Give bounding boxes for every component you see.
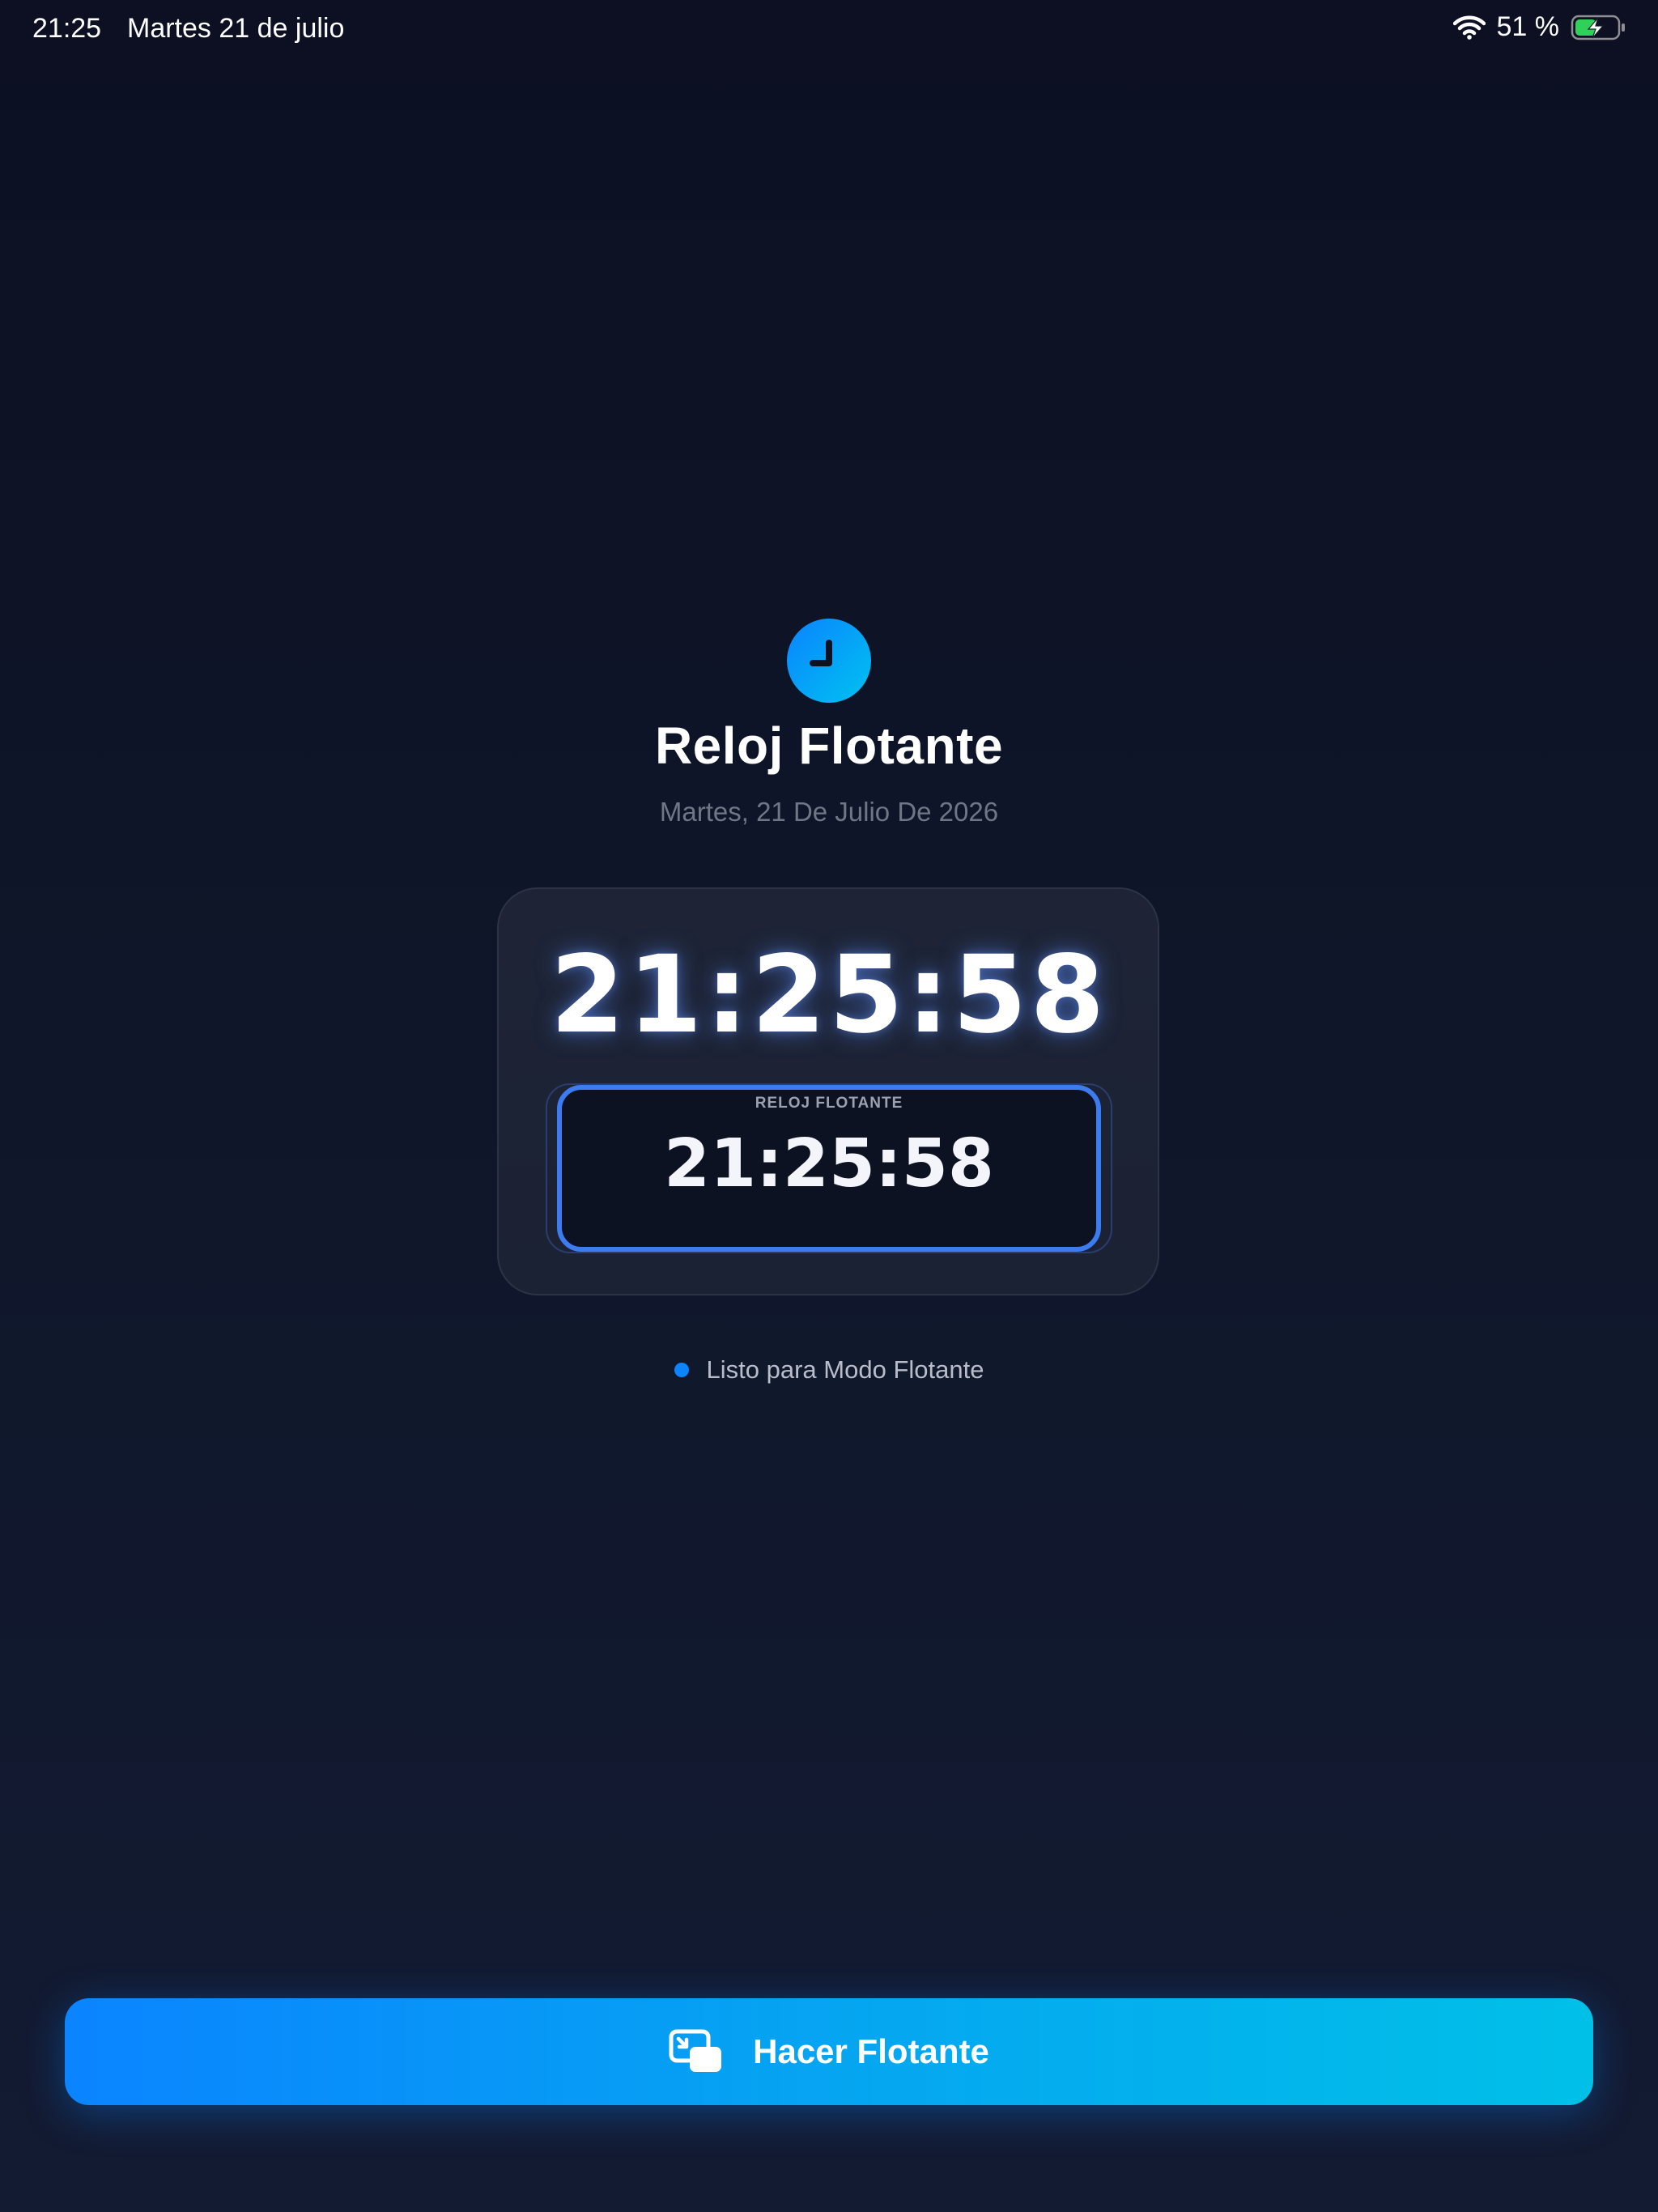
- picture-in-picture-icon: [669, 2029, 724, 2074]
- make-floating-button-label: Hacer Flotante: [753, 2032, 989, 2070]
- battery-charging-icon: [1571, 14, 1627, 41]
- status-bar: 21:25 Martes 21 de julio 51 %: [0, 0, 1658, 60]
- main-clock-time: 21:25:58: [550, 933, 1108, 1057]
- status-text: Listo para Modo Flotante: [706, 1355, 984, 1384]
- clock-icon: [787, 619, 871, 703]
- status-indicator: Listo para Modo Flotante: [0, 1355, 1658, 1385]
- status-date: Martes 21 de julio: [127, 13, 345, 44]
- floating-preview-time: 21:25:58: [664, 1125, 994, 1202]
- wifi-icon: [1452, 15, 1486, 40]
- app-title: Reloj Flotante: [654, 717, 1004, 775]
- battery-percent: 51 %: [1496, 11, 1560, 42]
- status-time: 21:25: [32, 13, 102, 44]
- status-indicators: 51 %: [1452, 11, 1628, 43]
- status-dot: [674, 1363, 689, 1377]
- app-date: Martes, 21 De Julio De 2026: [659, 797, 999, 827]
- floating-preview-label: RELOJ FLOTANTE: [755, 1095, 903, 1112]
- make-floating-button[interactable]: Hacer Flotante: [65, 1998, 1593, 2105]
